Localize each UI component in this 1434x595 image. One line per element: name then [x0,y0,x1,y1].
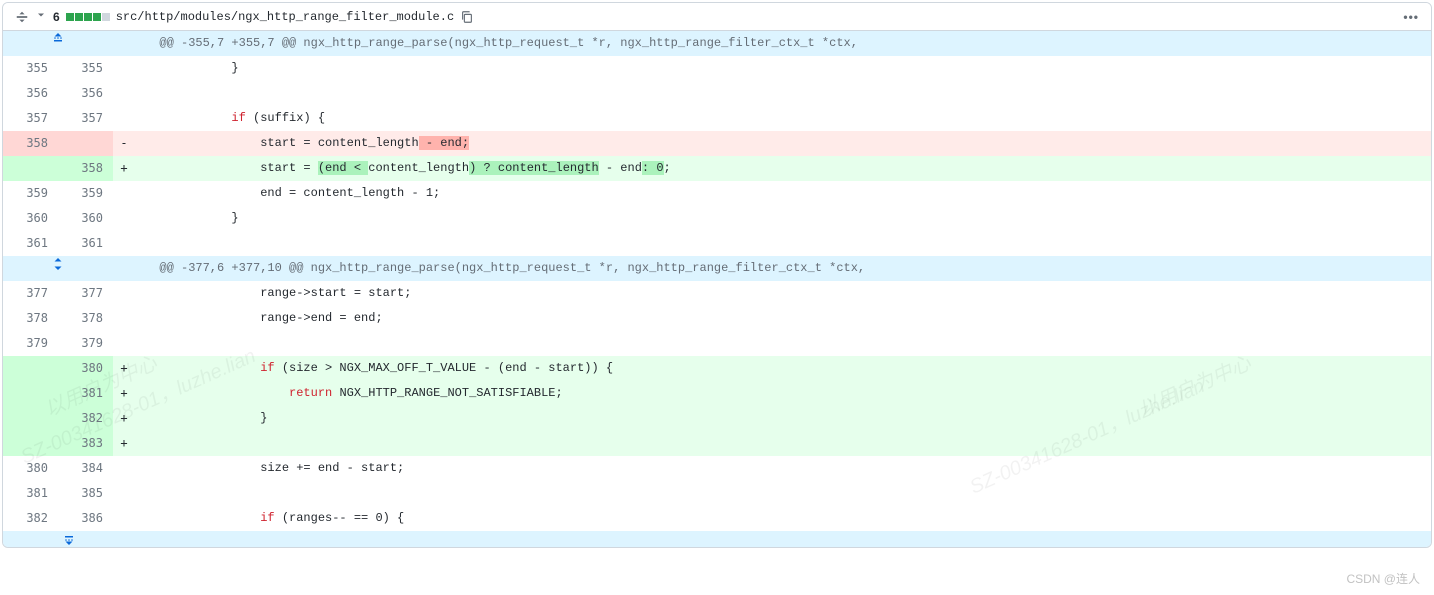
old-line-number[interactable]: 355 [3,56,58,81]
expand-hunk-button[interactable] [3,256,113,281]
old-line-number[interactable]: 360 [3,206,58,231]
old-line-number[interactable]: 359 [3,181,58,206]
new-line-number[interactable]: 377 [58,281,113,306]
hunk-header: @@ -355,7 +355,7 @@ ngx_http_range_parse… [135,31,1431,56]
diff-marker: + [113,381,135,406]
code-line: end = content_length - 1; [135,181,1431,206]
expand-hunk-button[interactable] [3,31,113,56]
code-line: if (suffix) { [135,106,1431,131]
new-line-number[interactable]: 379 [58,331,113,356]
expand-all-icon[interactable] [15,10,29,24]
new-line-number[interactable]: 381 [58,381,113,406]
code-line: } [135,206,1431,231]
code-line [135,431,1431,456]
file-path[interactable]: src/http/modules/ngx_http_range_filter_m… [116,10,454,24]
new-line-number[interactable]: 359 [58,181,113,206]
diff-marker [113,231,135,256]
old-line-number[interactable] [3,356,58,381]
expand-down-button[interactable] [3,531,135,547]
diff-table: @@ -355,7 +355,7 @@ ngx_http_range_parse… [3,31,1431,531]
old-line-number[interactable] [3,431,58,456]
new-line-number[interactable]: 355 [58,56,113,81]
new-line-number[interactable]: 383 [58,431,113,456]
old-line-number[interactable] [3,406,58,431]
new-line-number[interactable] [58,131,113,156]
old-line-number[interactable]: 357 [3,106,58,131]
hunk-header: @@ -377,6 +377,10 @@ ngx_http_range_pars… [135,256,1431,281]
code-line [135,481,1431,506]
diff-marker: + [113,431,135,456]
chevron-down-icon[interactable] [35,9,47,24]
old-line-number[interactable]: 378 [3,306,58,331]
new-line-number[interactable]: 384 [58,456,113,481]
code-line: start = content_length - end; [135,131,1431,156]
code-line: } [135,406,1431,431]
file-header: 6 src/http/modules/ngx_http_range_filter… [3,3,1431,31]
new-line-number[interactable]: 382 [58,406,113,431]
code-line: range->start = start; [135,281,1431,306]
diff-marker [113,481,135,506]
copy-icon[interactable] [460,10,474,24]
old-line-number[interactable]: 361 [3,231,58,256]
old-line-number[interactable]: 381 [3,481,58,506]
diff-marker: + [113,156,135,181]
diffstat [66,13,110,21]
new-line-number[interactable]: 378 [58,306,113,331]
code-line: if (size > NGX_MAX_OFF_T_VALUE - (end - … [135,356,1431,381]
diff-marker [113,331,135,356]
old-line-number[interactable]: 356 [3,81,58,106]
diff-marker [113,206,135,231]
expand-down-row [3,531,1431,547]
diff-marker [113,181,135,206]
diff-marker: + [113,406,135,431]
old-line-number[interactable]: 358 [3,131,58,156]
diff-marker [113,506,135,531]
old-line-number[interactable]: 380 [3,456,58,481]
old-line-number[interactable]: 382 [3,506,58,531]
diff-marker [113,306,135,331]
diff-marker [113,456,135,481]
change-count: 6 [53,10,60,24]
code-line: start = (end < content_length) ? content… [135,156,1431,181]
diff-marker [113,81,135,106]
new-line-number[interactable]: 358 [58,156,113,181]
new-line-number[interactable]: 360 [58,206,113,231]
code-line: range->end = end; [135,306,1431,331]
old-line-number[interactable]: 379 [3,331,58,356]
code-line: if (ranges-- == 0) { [135,506,1431,531]
diff-marker [113,56,135,81]
code-line: return NGX_HTTP_RANGE_NOT_SATISFIABLE; [135,381,1431,406]
new-line-number[interactable]: 356 [58,81,113,106]
diff-marker: + [113,356,135,381]
diff-marker [113,106,135,131]
kebab-menu[interactable]: ••• [1403,10,1419,24]
code-line: size += end - start; [135,456,1431,481]
code-line [135,81,1431,106]
new-line-number[interactable]: 380 [58,356,113,381]
new-line-number[interactable]: 361 [58,231,113,256]
new-line-number[interactable]: 386 [58,506,113,531]
code-line: } [135,56,1431,81]
new-line-number[interactable]: 385 [58,481,113,506]
old-line-number[interactable]: 377 [3,281,58,306]
old-line-number[interactable] [3,156,58,181]
code-line [135,331,1431,356]
code-line [135,231,1431,256]
new-line-number[interactable]: 357 [58,106,113,131]
attribution: CSDN @连人 [1346,570,1420,587]
diff-marker [113,281,135,306]
diff-marker: - [113,131,135,156]
diff-file: 6 src/http/modules/ngx_http_range_filter… [2,2,1432,548]
old-line-number[interactable] [3,381,58,406]
